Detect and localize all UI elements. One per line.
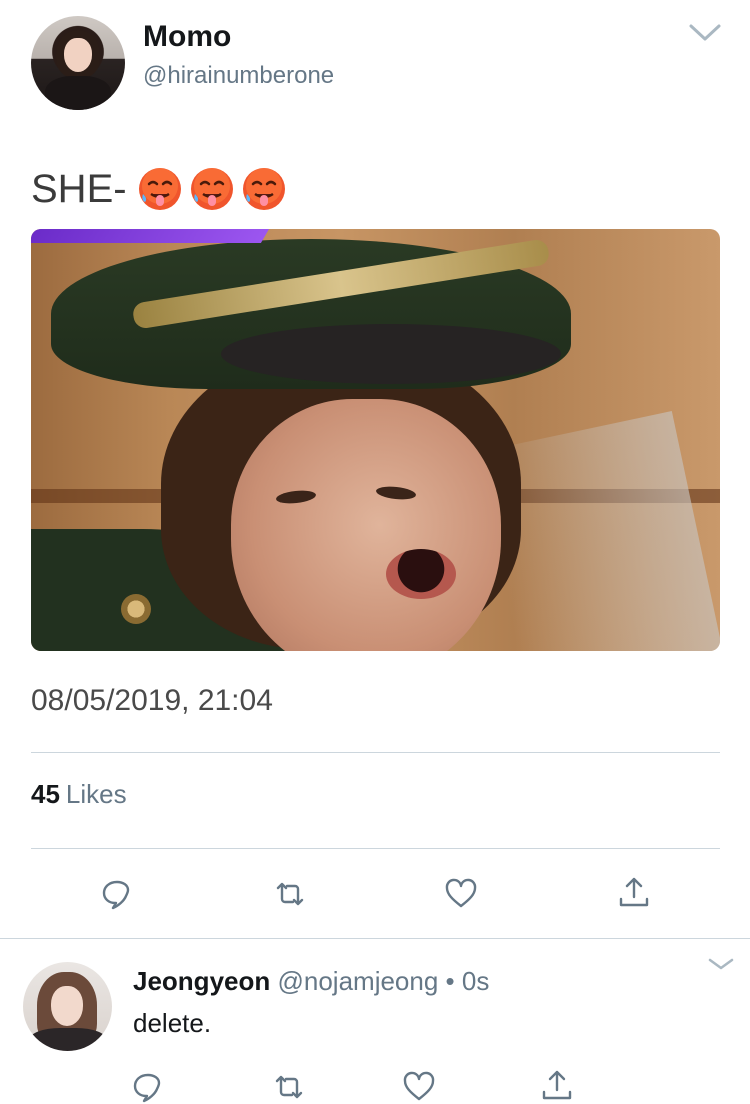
reply-meta-separator: • [445,966,455,996]
reply-header: Jeongyeon @nojamjeong • 0s [133,966,489,997]
divider [31,848,720,849]
hot-face-emoji [190,168,233,210]
reply-text: delete. [133,1008,212,1038]
hot-face-emoji [242,168,285,210]
retweet-icon[interactable] [272,1070,306,1104]
chevron-down-icon[interactable] [708,956,734,972]
like-icon[interactable] [444,877,478,911]
reply-icon[interactable] [100,877,134,911]
divider [31,752,720,753]
author-handle[interactable]: @hirainumberone [143,62,334,90]
reply-time: 0s [461,966,490,996]
chevron-down-icon[interactable] [688,20,722,44]
likes-summary[interactable]: 45 Likes [31,779,127,810]
likes-count: 45 [31,779,60,809]
reply-icon[interactable] [131,1070,165,1104]
share-icon[interactable] [617,875,651,909]
like-icon[interactable] [402,1070,436,1104]
reply-author-display-name[interactable]: Jeongyeon [133,966,270,996]
tweet-media-image[interactable] [31,229,720,651]
likes-label: Likes [65,779,127,809]
emoji-row [137,166,287,212]
reply-author-handle[interactable]: @nojamjeong [277,966,438,996]
share-icon[interactable] [540,1068,574,1102]
tweet-timestamp: 08/05/2019, 21:04 [31,684,273,717]
reply-author-avatar[interactable] [23,962,112,1051]
tweet-text-content: SHE- [31,166,127,211]
author-avatar[interactable] [31,16,125,110]
hot-face-emoji [138,168,181,210]
retweet-icon[interactable] [273,877,307,911]
divider [0,938,750,939]
tweet-text: SHE- [31,166,287,212]
author-display-name[interactable]: Momo [143,20,231,54]
